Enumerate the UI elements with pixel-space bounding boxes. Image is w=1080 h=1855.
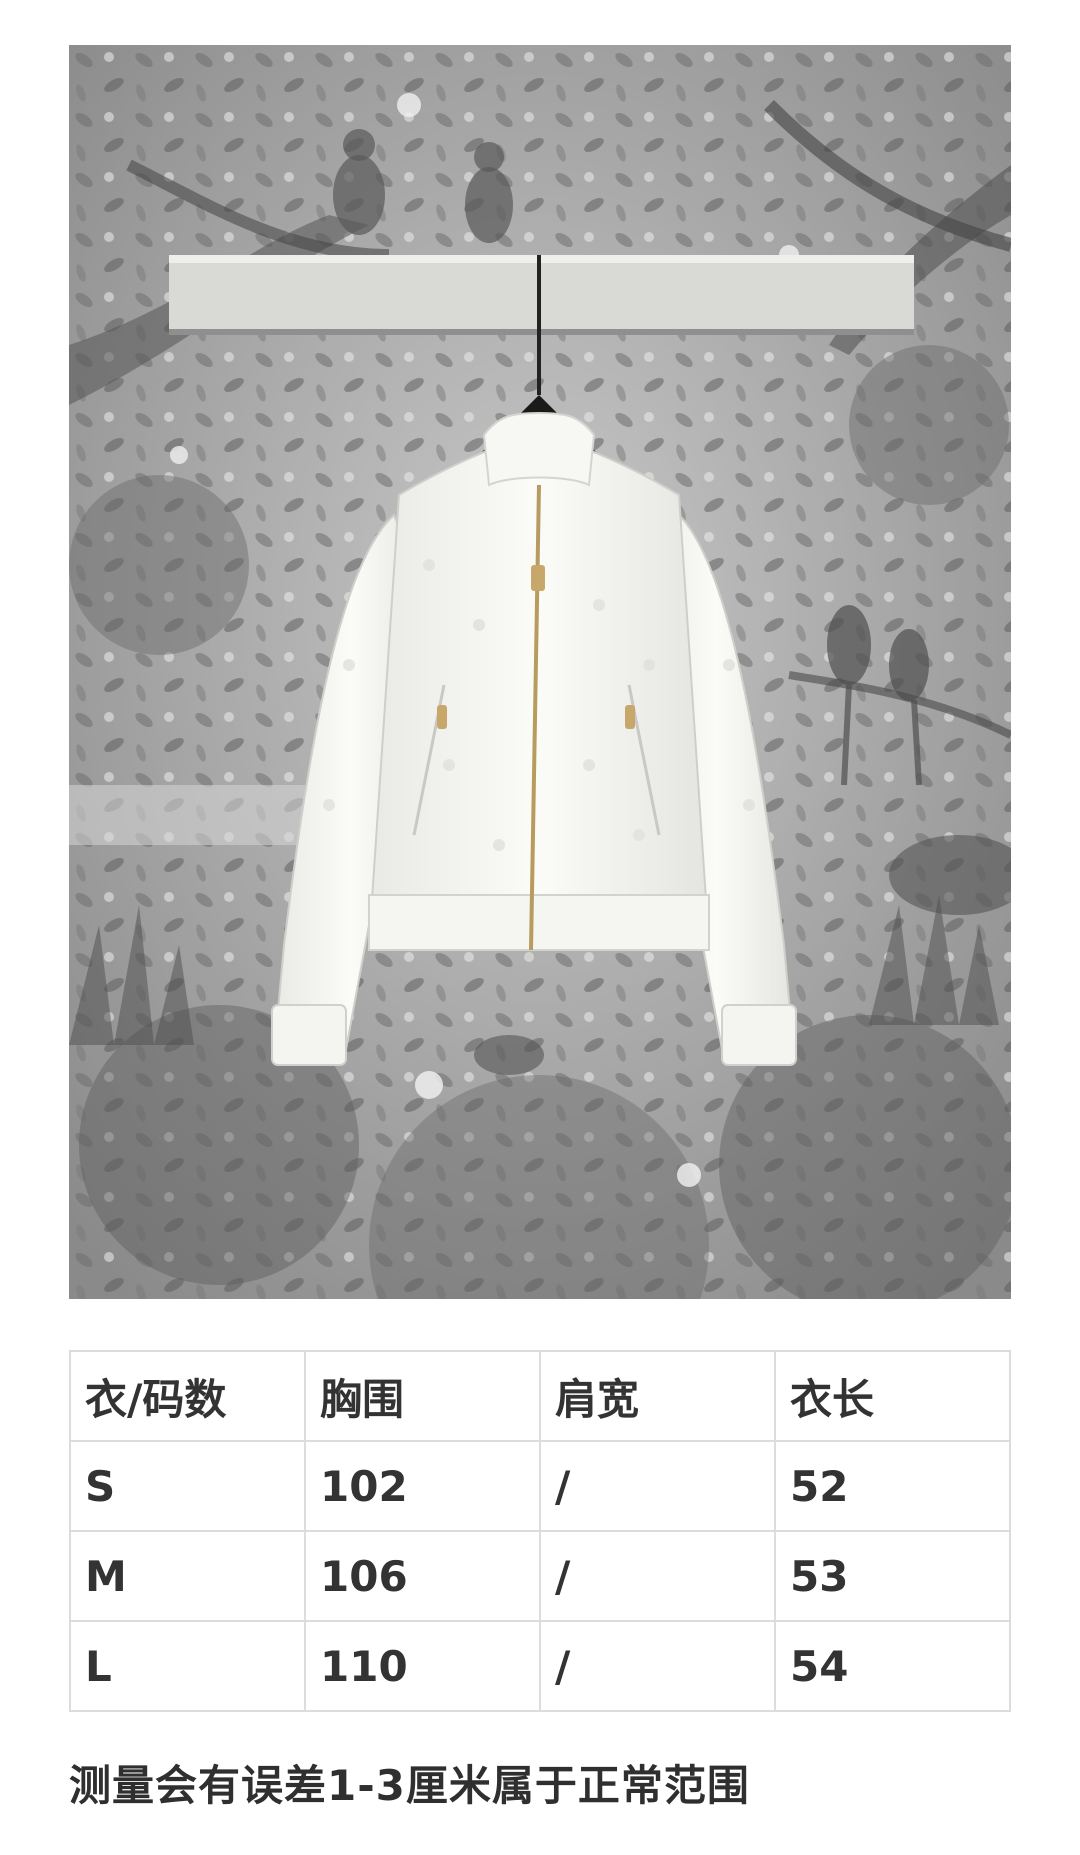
header-shoulder: 肩宽: [539, 1350, 776, 1442]
header-size: 衣/码数: [69, 1350, 306, 1442]
header-length: 衣长: [774, 1350, 1011, 1442]
shoulder-cell: /: [539, 1530, 776, 1622]
chest-cell: 106: [304, 1530, 541, 1622]
length-cell: 54: [774, 1620, 1011, 1712]
length-cell: 53: [774, 1530, 1011, 1622]
table-row: M 106 / 53: [69, 1530, 1011, 1622]
chest-cell: 110: [304, 1620, 541, 1712]
size-cell: S: [69, 1440, 306, 1532]
display-shelf-icon: [169, 255, 914, 335]
size-cell: M: [69, 1530, 306, 1622]
size-table-header-row: 衣/码数 胸围 肩宽 衣长: [69, 1350, 1011, 1442]
header-chest: 胸围: [304, 1350, 541, 1442]
shoulder-cell: /: [539, 1620, 776, 1712]
chest-cell: 102: [304, 1440, 541, 1532]
size-table: 衣/码数 胸围 肩宽 衣长 S 102 / 52 M 106 / 53 L 11…: [69, 1350, 1011, 1712]
length-cell: 52: [774, 1440, 1011, 1532]
product-photo-graphic: [69, 45, 1011, 1299]
measurement-note: 测量会有误差1-3厘米属于正常范围: [69, 1761, 750, 1810]
size-cell: L: [69, 1620, 306, 1712]
table-row: S 102 / 52: [69, 1440, 1011, 1532]
table-row: L 110 / 54: [69, 1620, 1011, 1712]
product-photo: [69, 45, 1011, 1299]
shoulder-cell: /: [539, 1440, 776, 1532]
